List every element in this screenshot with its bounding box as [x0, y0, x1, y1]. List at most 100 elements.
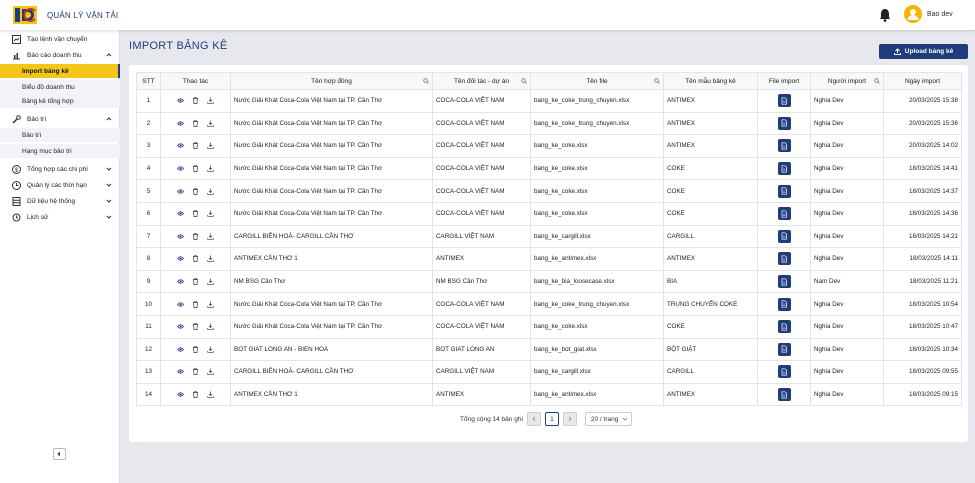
sidebar-item-maintenance-categories[interactable]: Hạng mục bảo trì	[0, 144, 120, 158]
sidebar-item-costs[interactable]: $ Tổng hợp các chi phí	[0, 162, 120, 176]
cell-actions	[160, 247, 231, 271]
sidebar-item-create-order[interactable]: Tạo lệnh vận chuyển	[0, 32, 120, 46]
prev-page-button[interactable]	[526, 412, 541, 426]
file-icon[interactable]	[777, 207, 791, 221]
sidebar-item-maintenance[interactable]: Bảo trì	[0, 112, 120, 126]
file-icon[interactable]	[777, 252, 791, 266]
download-icon[interactable]	[207, 278, 214, 285]
cell-actions	[160, 134, 231, 158]
sidebar-item-maintenance-sub[interactable]: Bảo trì	[0, 128, 120, 142]
delete-icon[interactable]	[192, 300, 199, 308]
page-number-button[interactable]: 1	[544, 412, 559, 426]
next-page-button[interactable]	[562, 412, 577, 426]
delete-icon[interactable]	[192, 391, 199, 398]
download-icon[interactable]	[207, 301, 214, 308]
download-icon[interactable]	[207, 142, 214, 150]
col-header-filename[interactable]: Tên file	[530, 72, 664, 90]
delete-icon[interactable]	[192, 346, 199, 353]
search-icon[interactable]	[874, 78, 880, 84]
sidebar-item-import-statement[interactable]: Import bảng kê	[0, 64, 120, 78]
cell-import-date: 18/03/2025 10:34	[883, 337, 962, 362]
file-icon[interactable]	[777, 94, 791, 108]
cell-filename: bang_ke_coke_trung_chuyen.xlsx	[530, 89, 664, 113]
download-icon[interactable]	[207, 210, 214, 217]
search-icon[interactable]	[654, 78, 660, 84]
col-header-partner[interactable]: Tên đối tác - dự án	[432, 72, 531, 90]
file-icon[interactable]	[777, 184, 791, 198]
page-size-select[interactable]: 20 / trang	[584, 412, 632, 426]
upload-statement-button[interactable]: Upload bảng kê	[879, 44, 968, 59]
sidebar-item-revenue-report[interactable]: Báo cáo doanh thu	[0, 48, 120, 62]
file-icon[interactable]	[777, 162, 791, 176]
view-icon[interactable]	[177, 188, 184, 195]
cell-template: CARGILL	[663, 224, 758, 249]
download-icon[interactable]	[207, 391, 214, 398]
delete-icon[interactable]	[192, 97, 199, 105]
user-name[interactable]: Bao dev	[927, 11, 953, 18]
download-icon[interactable]	[207, 346, 214, 353]
search-icon[interactable]	[423, 78, 429, 84]
cell-importer: Nghia Dev	[810, 314, 884, 339]
file-icon[interactable]	[777, 320, 791, 334]
file-icon[interactable]	[777, 365, 791, 379]
view-icon[interactable]	[177, 165, 184, 172]
notification-bell-icon[interactable]	[879, 8, 891, 22]
file-icon[interactable]	[777, 342, 791, 356]
delete-icon[interactable]	[192, 255, 199, 263]
delete-icon[interactable]	[192, 142, 199, 150]
cell-importer: Nghia Dev	[810, 134, 884, 158]
delete-icon[interactable]	[192, 368, 199, 376]
download-icon[interactable]	[207, 323, 214, 330]
download-icon[interactable]	[207, 233, 214, 240]
view-icon[interactable]	[177, 346, 184, 353]
search-icon[interactable]	[521, 78, 527, 84]
sidebar-item-history[interactable]: Lịch sử	[0, 210, 120, 224]
table-row: 9 NM BSG Cần Thơ NM BSG Cần Thơ bang_ke_bia…	[136, 269, 962, 294]
file-icon[interactable]	[777, 388, 791, 402]
view-icon[interactable]	[177, 210, 184, 217]
delete-icon[interactable]	[192, 165, 199, 172]
col-header-importer[interactable]: Người import	[810, 72, 884, 90]
view-icon[interactable]	[177, 233, 184, 240]
sidebar-item-summary-statement[interactable]: Bảng kê tổng hợp	[0, 94, 120, 108]
view-icon[interactable]	[177, 278, 184, 285]
file-icon[interactable]	[777, 275, 791, 289]
view-icon[interactable]	[177, 323, 184, 330]
file-icon[interactable]	[777, 229, 791, 243]
user-avatar[interactable]	[904, 5, 922, 23]
file-icon[interactable]	[777, 297, 791, 311]
delete-icon[interactable]	[192, 120, 199, 127]
file-icon[interactable]	[777, 116, 791, 130]
sidebar-collapse-button[interactable]	[53, 448, 66, 460]
sidebar-item-system-data[interactable]: Dữ liệu hệ thống	[0, 194, 120, 208]
sidebar-item-revenue-chart[interactable]: Biểu đồ doanh thu	[0, 80, 120, 94]
chevron-right-icon	[568, 416, 572, 422]
file-icon[interactable]	[777, 139, 791, 153]
cell-contract: ANTIMEX CẦN THƠ 1	[230, 382, 433, 407]
download-icon[interactable]	[207, 188, 214, 195]
col-header-contract[interactable]: Tên hợp đồng	[230, 72, 433, 90]
download-icon[interactable]	[207, 368, 214, 376]
view-icon[interactable]	[177, 142, 184, 149]
download-icon[interactable]	[207, 165, 214, 172]
delete-icon[interactable]	[192, 323, 199, 331]
delete-icon[interactable]	[192, 188, 199, 195]
view-icon[interactable]	[177, 391, 184, 398]
cell-filename: bang_ke_bot_giat.xlsx	[530, 337, 664, 362]
download-icon[interactable]	[207, 255, 214, 263]
view-icon[interactable]	[177, 97, 184, 104]
cell-actions	[160, 89, 231, 113]
sidebar-item-deadlines[interactable]: Quản lý các thời hạn	[0, 178, 120, 192]
view-icon[interactable]	[177, 368, 184, 375]
delete-icon[interactable]	[192, 233, 199, 240]
download-icon[interactable]	[207, 97, 214, 104]
cell-partner: ANTIMEX	[432, 247, 531, 271]
delete-icon[interactable]	[192, 278, 199, 285]
cell-filename: bang_ke_bia_loosecase.xlsx	[530, 269, 664, 294]
view-icon[interactable]	[177, 120, 184, 127]
cell-partner: CARGILL VIỆT NAM	[432, 360, 531, 384]
delete-icon[interactable]	[192, 210, 199, 218]
download-icon[interactable]	[207, 120, 214, 127]
view-icon[interactable]	[177, 255, 184, 262]
view-icon[interactable]	[177, 301, 184, 308]
